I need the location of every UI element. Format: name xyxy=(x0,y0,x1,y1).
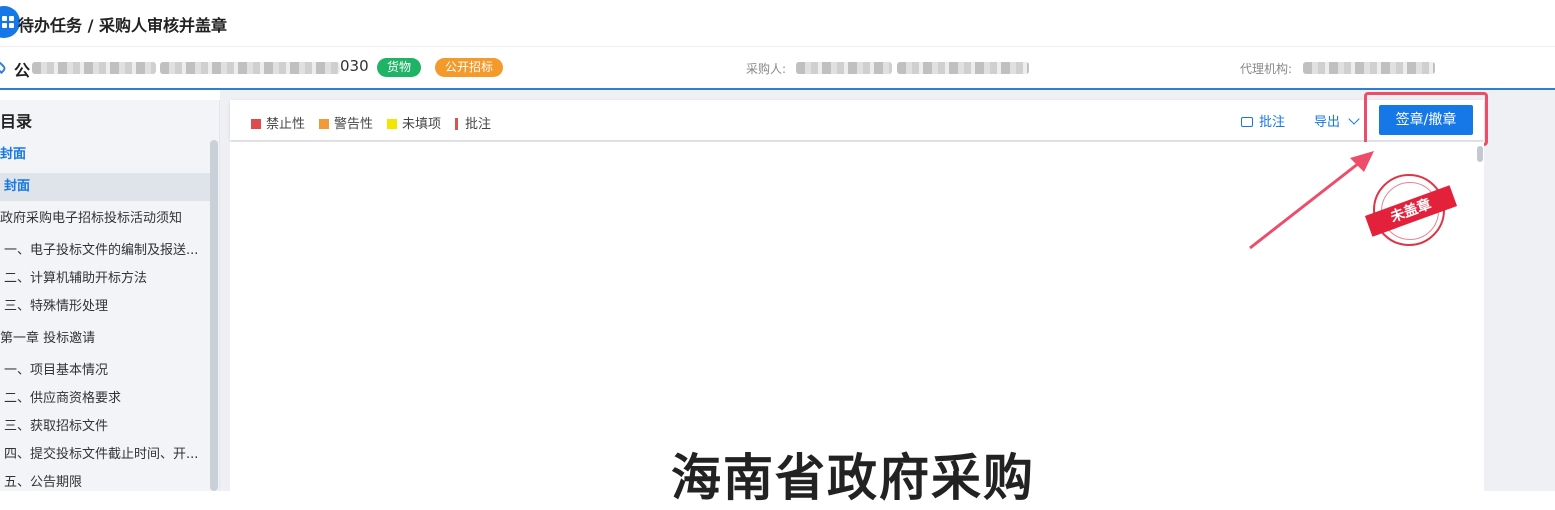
legend-unfilled: 未填项 xyxy=(387,113,441,132)
toc-title: 目录 xyxy=(0,112,33,131)
project-info-row: 公 030 货物 公开招标 采购人: 代理机构: xyxy=(0,47,1555,90)
sign-button-highlight-box xyxy=(1364,92,1488,146)
toc-sidebar: 目录 封面 封面 政府采购电子招标投标活动须知 一、电子投标文件的编制及报送..… xyxy=(0,100,220,491)
toc-item[interactable]: 封面 xyxy=(0,141,210,169)
location-pin-icon xyxy=(0,59,8,75)
redacted-purchaser xyxy=(796,62,892,74)
toc-item[interactable]: 四、提交投标文件截止时间、开... xyxy=(0,441,210,469)
legend-warning: 警告性 xyxy=(319,113,373,132)
comment-icon xyxy=(1241,117,1253,127)
sidebar-scrollbar[interactable] xyxy=(210,140,218,491)
toc-item[interactable]: 五、公告期限 xyxy=(0,469,210,497)
annotate-button[interactable]: 批注 xyxy=(1241,111,1285,130)
redacted-project-name xyxy=(32,62,156,74)
purchaser-label: 采购人: xyxy=(746,62,787,76)
document-title: 海南省政府采购 xyxy=(671,449,1035,507)
chevron-down-icon xyxy=(1348,113,1360,125)
toc-item[interactable]: 二、供应商资格要求 xyxy=(0,385,210,413)
toc-item[interactable]: 三、特殊情形处理 xyxy=(0,293,210,321)
orange-swatch-icon xyxy=(319,119,329,129)
toc-item-active[interactable]: 封面 xyxy=(0,173,210,201)
yellow-swatch-icon xyxy=(387,119,397,129)
export-dropdown[interactable]: 导出 xyxy=(1314,111,1360,130)
redacted-project-code xyxy=(160,62,340,74)
redacted-purchaser-2 xyxy=(897,62,1029,74)
document-toolbar: 禁止性 警告性 未填项 批注 批注 导出 签章/撤章 xyxy=(230,100,1484,140)
toc-item[interactable]: 政府采购电子招标投标活动须知 xyxy=(0,205,210,233)
red-bar-icon xyxy=(455,118,458,130)
redacted-agency xyxy=(1303,62,1435,74)
document-scrollbar[interactable] xyxy=(1476,142,1484,491)
menu-grid-icon[interactable] xyxy=(0,6,20,38)
agency-label: 代理机构: xyxy=(1240,62,1293,76)
annotation-arrow-icon xyxy=(1249,151,1374,250)
legend-prohibitive: 禁止性 xyxy=(251,113,305,132)
procurement-method-badge: 公开招标 xyxy=(435,58,504,77)
project-name: 公 xyxy=(14,61,31,80)
toc-item[interactable]: 一、项目基本情况 xyxy=(0,357,210,385)
toc-item[interactable]: 二、计算机辅助开标方法 xyxy=(0,265,210,293)
scrollbar-thumb[interactable] xyxy=(1477,146,1483,162)
category-badge: 货物 xyxy=(377,58,422,77)
red-swatch-icon xyxy=(251,119,261,129)
breadcrumb: 待办任务 / 采购人审核并盖章 xyxy=(18,16,227,35)
top-bar: 待办任务 / 采购人审核并盖章 xyxy=(0,0,1555,47)
project-code-suffix: 030 xyxy=(340,57,369,75)
toc-item[interactable]: 一、电子投标文件的编制及报送... xyxy=(0,237,210,265)
toc-item[interactable]: 第一章 投标邀请 xyxy=(0,325,210,353)
toc-item[interactable]: 三、获取招标文件 xyxy=(0,413,210,441)
legend-comment: 批注 xyxy=(455,113,491,132)
